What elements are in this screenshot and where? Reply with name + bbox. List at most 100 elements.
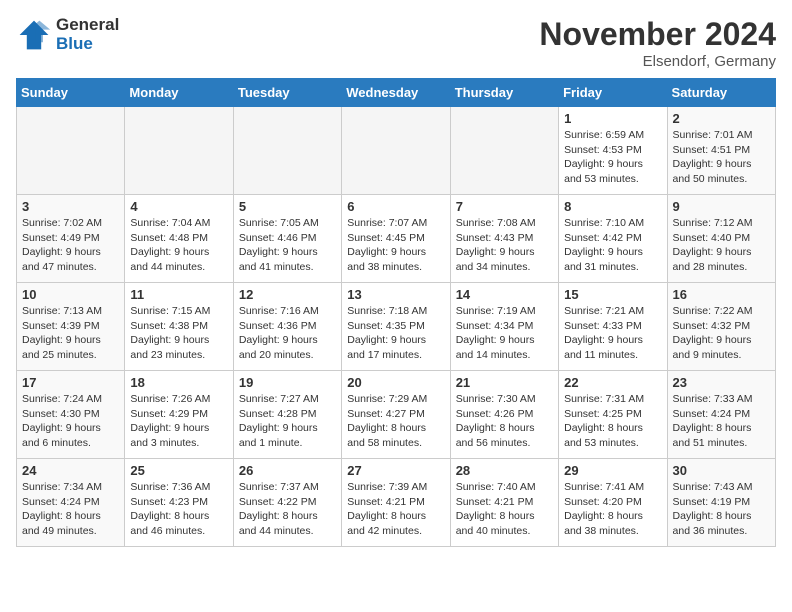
calendar-cell: 11 Sunrise: 7:15 AM Sunset: 4:38 PM Dayli…	[125, 283, 233, 371]
day-number: 16	[673, 287, 770, 302]
calendar-cell: 19 Sunrise: 7:27 AM Sunset: 4:28 PM Dayli…	[233, 371, 341, 459]
day-info: Sunrise: 7:21 AM Sunset: 4:33 PM Dayligh…	[564, 304, 661, 363]
calendar-cell: 1 Sunrise: 6:59 AM Sunset: 4:53 PM Daylig…	[559, 107, 667, 195]
weekday-header-monday: Monday	[125, 79, 233, 107]
calendar-cell: 13 Sunrise: 7:18 AM Sunset: 4:35 PM Dayli…	[342, 283, 450, 371]
day-info: Sunrise: 7:24 AM Sunset: 4:30 PM Dayligh…	[22, 392, 119, 451]
calendar-week-5: 24Sunrise: 7:34 AM Sunset: 4:24 PM Dayli…	[17, 459, 776, 547]
calendar-cell: 29 Sunrise: 7:41 AM Sunset: 4:20 PM Dayli…	[559, 459, 667, 547]
calendar-cell: 16 Sunrise: 7:22 AM Sunset: 4:32 PM Dayli…	[667, 283, 775, 371]
day-info: Sunrise: 6:59 AM Sunset: 4:53 PM Dayligh…	[564, 128, 661, 187]
calendar-cell: 26Sunrise: 7:37 AM Sunset: 4:22 PM Dayli…	[233, 459, 341, 547]
day-number: 28	[456, 463, 553, 478]
day-number: 29	[564, 463, 661, 478]
calendar-cell: 2 Sunrise: 7:01 AM Sunset: 4:51 PM Daylig…	[667, 107, 775, 195]
day-info: Sunrise: 7:33 AM Sunset: 4:24 PM Dayligh…	[673, 392, 770, 451]
day-number: 19	[239, 375, 336, 390]
calendar-week-1: 1 Sunrise: 6:59 AM Sunset: 4:53 PM Daylig…	[17, 107, 776, 195]
day-info: Sunrise: 7:13 AM Sunset: 4:39 PM Dayligh…	[22, 304, 119, 363]
day-info: Sunrise: 7:37 AM Sunset: 4:22 PM Dayligh…	[239, 480, 336, 539]
logo-icon	[16, 17, 52, 53]
day-info: Sunrise: 7:10 AM Sunset: 4:42 PM Dayligh…	[564, 216, 661, 275]
day-number: 7	[456, 199, 553, 214]
day-number: 5	[239, 199, 336, 214]
weekday-header-row: SundayMondayTuesdayWednesdayThursdayFrid…	[17, 79, 776, 107]
day-number: 30	[673, 463, 770, 478]
weekday-header-friday: Friday	[559, 79, 667, 107]
day-info: Sunrise: 7:18 AM Sunset: 4:35 PM Dayligh…	[347, 304, 444, 363]
calendar-cell	[450, 107, 558, 195]
day-info: Sunrise: 7:04 AM Sunset: 4:48 PM Dayligh…	[130, 216, 227, 275]
calendar-cell: 22 Sunrise: 7:31 AM Sunset: 4:25 PM Dayli…	[559, 371, 667, 459]
calendar-cell: 21 Sunrise: 7:30 AM Sunset: 4:26 PM Dayli…	[450, 371, 558, 459]
day-number: 10	[22, 287, 119, 302]
weekday-header-saturday: Saturday	[667, 79, 775, 107]
day-info: Sunrise: 7:02 AM Sunset: 4:49 PM Dayligh…	[22, 216, 119, 275]
day-number: 11	[130, 287, 227, 302]
calendar-cell: 8Sunrise: 7:10 AM Sunset: 4:42 PM Daylig…	[559, 195, 667, 283]
day-number: 9	[673, 199, 770, 214]
calendar-cell: 23 Sunrise: 7:33 AM Sunset: 4:24 PM Dayli…	[667, 371, 775, 459]
day-number: 1	[564, 111, 661, 126]
day-number: 25	[130, 463, 227, 478]
day-info: Sunrise: 7:07 AM Sunset: 4:45 PM Dayligh…	[347, 216, 444, 275]
calendar-week-4: 17 Sunrise: 7:24 AM Sunset: 4:30 PM Dayli…	[17, 371, 776, 459]
weekday-header-tuesday: Tuesday	[233, 79, 341, 107]
day-info: Sunrise: 7:26 AM Sunset: 4:29 PM Dayligh…	[130, 392, 227, 451]
day-info: Sunrise: 7:16 AM Sunset: 4:36 PM Dayligh…	[239, 304, 336, 363]
calendar-cell: 9Sunrise: 7:12 AM Sunset: 4:40 PM Daylig…	[667, 195, 775, 283]
day-info: Sunrise: 7:40 AM Sunset: 4:21 PM Dayligh…	[456, 480, 553, 539]
calendar-week-2: 3 Sunrise: 7:02 AM Sunset: 4:49 PM Daylig…	[17, 195, 776, 283]
calendar-cell	[125, 107, 233, 195]
day-number: 2	[673, 111, 770, 126]
day-info: Sunrise: 7:39 AM Sunset: 4:21 PM Dayligh…	[347, 480, 444, 539]
calendar-cell: 14 Sunrise: 7:19 AM Sunset: 4:34 PM Dayli…	[450, 283, 558, 371]
day-number: 22	[564, 375, 661, 390]
calendar-cell	[342, 107, 450, 195]
day-number: 4	[130, 199, 227, 214]
calendar-cell: 28 Sunrise: 7:40 AM Sunset: 4:21 PM Dayli…	[450, 459, 558, 547]
day-number: 14	[456, 287, 553, 302]
day-number: 18	[130, 375, 227, 390]
day-info: Sunrise: 7:15 AM Sunset: 4:38 PM Dayligh…	[130, 304, 227, 363]
day-info: Sunrise: 7:27 AM Sunset: 4:28 PM Dayligh…	[239, 392, 336, 451]
day-number: 17	[22, 375, 119, 390]
logo: General Blue	[16, 16, 119, 53]
calendar-cell: 6 Sunrise: 7:07 AM Sunset: 4:45 PM Daylig…	[342, 195, 450, 283]
month-title: November 2024	[539, 16, 776, 53]
day-info: Sunrise: 7:19 AM Sunset: 4:34 PM Dayligh…	[456, 304, 553, 363]
page-header: General Blue November 2024 Elsendorf, Ge…	[16, 16, 776, 70]
calendar-cell: 18 Sunrise: 7:26 AM Sunset: 4:29 PM Dayli…	[125, 371, 233, 459]
title-block: November 2024 Elsendorf, Germany	[539, 16, 776, 70]
day-number: 13	[347, 287, 444, 302]
day-number: 23	[673, 375, 770, 390]
day-number: 12	[239, 287, 336, 302]
day-number: 6	[347, 199, 444, 214]
day-number: 21	[456, 375, 553, 390]
weekday-header-thursday: Thursday	[450, 79, 558, 107]
day-number: 3	[22, 199, 119, 214]
day-info: Sunrise: 7:36 AM Sunset: 4:23 PM Dayligh…	[130, 480, 227, 539]
day-info: Sunrise: 7:43 AM Sunset: 4:19 PM Dayligh…	[673, 480, 770, 539]
day-info: Sunrise: 7:22 AM Sunset: 4:32 PM Dayligh…	[673, 304, 770, 363]
calendar-table: SundayMondayTuesdayWednesdayThursdayFrid…	[16, 78, 776, 547]
calendar-cell: 24Sunrise: 7:34 AM Sunset: 4:24 PM Dayli…	[17, 459, 125, 547]
day-info: Sunrise: 7:29 AM Sunset: 4:27 PM Dayligh…	[347, 392, 444, 451]
day-info: Sunrise: 7:30 AM Sunset: 4:26 PM Dayligh…	[456, 392, 553, 451]
calendar-cell: 30 Sunrise: 7:43 AM Sunset: 4:19 PM Dayli…	[667, 459, 775, 547]
calendar-cell: 15 Sunrise: 7:21 AM Sunset: 4:33 PM Dayli…	[559, 283, 667, 371]
day-info: Sunrise: 7:41 AM Sunset: 4:20 PM Dayligh…	[564, 480, 661, 539]
location: Elsendorf, Germany	[539, 53, 776, 70]
day-info: Sunrise: 7:31 AM Sunset: 4:25 PM Dayligh…	[564, 392, 661, 451]
day-number: 15	[564, 287, 661, 302]
day-number: 27	[347, 463, 444, 478]
calendar-week-3: 10 Sunrise: 7:13 AM Sunset: 4:39 PM Dayli…	[17, 283, 776, 371]
logo-text: General Blue	[56, 16, 119, 53]
calendar-cell: 7 Sunrise: 7:08 AM Sunset: 4:43 PM Daylig…	[450, 195, 558, 283]
calendar-cell: 5Sunrise: 7:05 AM Sunset: 4:46 PM Daylig…	[233, 195, 341, 283]
calendar-cell: 20Sunrise: 7:29 AM Sunset: 4:27 PM Dayli…	[342, 371, 450, 459]
calendar-cell: 10 Sunrise: 7:13 AM Sunset: 4:39 PM Dayli…	[17, 283, 125, 371]
day-info: Sunrise: 7:08 AM Sunset: 4:43 PM Dayligh…	[456, 216, 553, 275]
calendar-cell	[233, 107, 341, 195]
day-info: Sunrise: 7:01 AM Sunset: 4:51 PM Dayligh…	[673, 128, 770, 187]
